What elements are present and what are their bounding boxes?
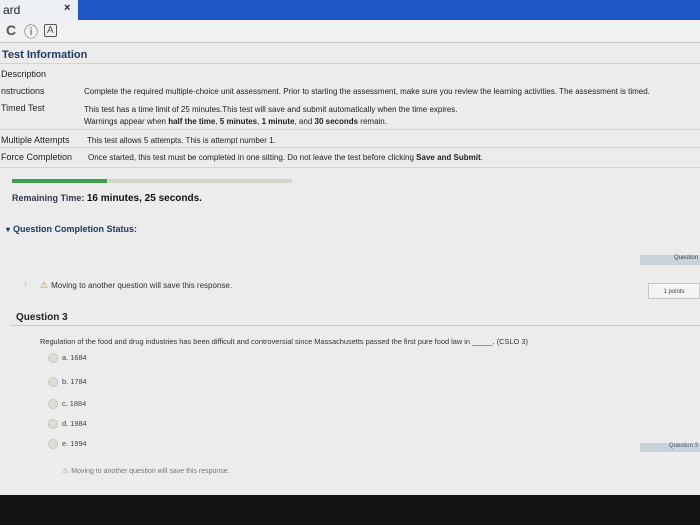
radio-button[interactable] bbox=[48, 353, 58, 364]
force-completion-value: Once started, this test must be complete… bbox=[88, 153, 483, 162]
warnings-value: Warnings appear when half the time, 5 mi… bbox=[84, 117, 387, 126]
question-nav-label[interactable]: Question bbox=[640, 255, 700, 265]
browser-tab[interactable]: ard × bbox=[0, 0, 78, 20]
timed-test-label: Timed Test bbox=[1, 103, 45, 113]
browser-tab-bar: ard × bbox=[0, 0, 700, 20]
divider bbox=[10, 325, 700, 326]
divider bbox=[0, 129, 700, 130]
remaining-time-value: 16 minutes, 25 seconds. bbox=[86, 193, 202, 204]
tab-title: ard bbox=[3, 3, 21, 17]
secure-site-icon[interactable]: A bbox=[44, 24, 57, 37]
browser-toolbar: C ⓘ A bbox=[0, 20, 700, 43]
question-nav-footer[interactable]: Question 3 bbox=[640, 443, 700, 452]
remaining-time-label: Remaining Time: bbox=[12, 193, 85, 203]
question-completion-status-label: Question Completion Status: bbox=[13, 224, 138, 234]
info-icon[interactable]: ⓘ bbox=[24, 22, 38, 42]
force-completion-label: Force Completion bbox=[1, 152, 73, 162]
arrow-right-icon: › bbox=[24, 278, 27, 288]
save-notice: ⚠ Moving to another question will save th… bbox=[40, 280, 233, 290]
answer-option-a[interactable]: a. 1684 bbox=[48, 353, 87, 364]
test-information-title: Test Information bbox=[2, 49, 88, 61]
radio-button[interactable] bbox=[48, 399, 58, 410]
test-page: Test Information Description nstructions… bbox=[0, 43, 700, 495]
answer-option-e[interactable]: e. 1994 bbox=[48, 439, 87, 450]
description-label: Description bbox=[1, 69, 47, 79]
tab-close-icon[interactable]: × bbox=[64, 2, 70, 14]
question-text: Regulation of the food and drug industri… bbox=[40, 337, 528, 346]
question-number: Question 3 bbox=[16, 312, 68, 323]
radio-button[interactable] bbox=[48, 377, 58, 388]
remaining-time: Remaining Time: 16 minutes, 25 seconds. bbox=[12, 193, 202, 204]
radio-button[interactable] bbox=[48, 419, 58, 430]
radio-button[interactable] bbox=[48, 439, 58, 450]
question-completion-status[interactable]: ▾ Question Completion Status: bbox=[6, 224, 137, 234]
divider bbox=[0, 63, 700, 64]
save-notice: ⚠ Moving to another question will save th… bbox=[62, 468, 230, 475]
chevron-down-icon[interactable]: ▾ bbox=[6, 225, 10, 234]
divider bbox=[0, 147, 700, 148]
answer-option-b[interactable]: b. 1784 bbox=[48, 377, 87, 388]
time-progress-fill bbox=[12, 179, 108, 183]
instructions-label: nstructions bbox=[1, 86, 45, 96]
points-badge: 1 points bbox=[648, 283, 700, 299]
answer-option-d[interactable]: d. 1984 bbox=[48, 419, 87, 430]
timed-test-value: This test has a time limit of 25 minutes… bbox=[84, 105, 458, 114]
screen-bezel bbox=[0, 495, 700, 525]
tab-strip-background bbox=[78, 0, 700, 20]
time-progress-bar bbox=[12, 179, 292, 183]
warning-icon: ⚠ bbox=[62, 468, 69, 475]
divider bbox=[0, 167, 700, 168]
reload-icon[interactable]: C bbox=[6, 22, 16, 38]
instructions-value: Complete the required multiple-choice un… bbox=[84, 87, 650, 96]
multiple-attempts-value: This test allows 5 attempts. This is att… bbox=[87, 136, 276, 145]
warning-icon: ⚠ bbox=[40, 280, 49, 290]
answer-option-c[interactable]: c. 1884 bbox=[48, 399, 86, 410]
multiple-attempts-label: Multiple Attempts bbox=[1, 135, 70, 145]
